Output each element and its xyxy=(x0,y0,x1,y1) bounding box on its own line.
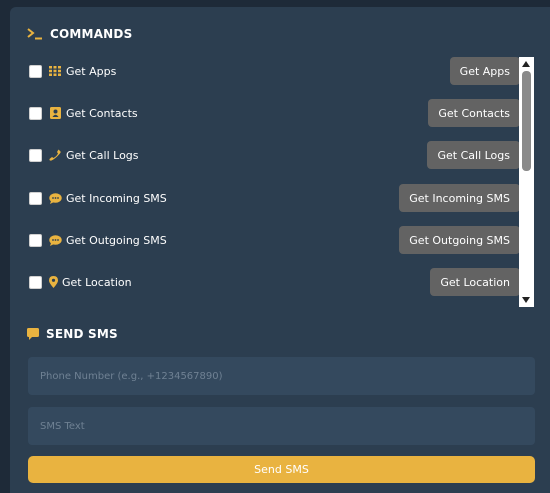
get-outgoing-sms-label: Get Outgoing SMS xyxy=(66,233,167,247)
get-call-logs-button[interactable]: Get Call Logs xyxy=(427,141,520,169)
command-row-get-apps: Get Apps Get Apps xyxy=(27,57,520,85)
get-apps-button[interactable]: Get Apps xyxy=(449,57,520,85)
get-incoming-sms-button[interactable]: Get Incoming SMS xyxy=(399,184,520,212)
commands-header: COMMANDS xyxy=(27,27,132,41)
command-row-get-location: Get Location Get Location xyxy=(27,268,520,296)
send-sms-title: SEND SMS xyxy=(46,327,118,341)
chat-bubble-icon xyxy=(48,191,62,205)
scroll-thumb[interactable] xyxy=(522,71,531,171)
get-contacts-label: Get Contacts xyxy=(66,106,138,120)
get-contacts-checkbox[interactable] xyxy=(29,106,42,120)
get-incoming-sms-checkbox[interactable] xyxy=(29,191,42,205)
command-row-get-call-logs: Get Call Logs Get Call Logs xyxy=(27,141,520,169)
terminal-icon xyxy=(27,28,43,40)
get-location-button[interactable]: Get Location xyxy=(430,268,520,296)
scroll-up-arrow-icon[interactable] xyxy=(522,61,530,67)
chat-bubble-icon xyxy=(48,233,62,247)
scroll-down-arrow-icon[interactable] xyxy=(522,297,530,303)
command-list: Get Apps Get Apps Get Contacts Get Conta… xyxy=(27,57,535,307)
map-pin-icon xyxy=(48,275,58,289)
get-call-logs-checkbox[interactable] xyxy=(29,148,42,162)
get-apps-checkbox[interactable] xyxy=(29,64,42,78)
get-location-label: Get Location xyxy=(62,275,132,289)
message-icon xyxy=(27,328,39,340)
contact-book-icon xyxy=(48,106,62,120)
get-incoming-sms-label: Get Incoming SMS xyxy=(66,191,167,205)
command-row-get-outgoing-sms: Get Outgoing SMS Get Outgoing SMS xyxy=(27,226,520,254)
command-list-scrollbar[interactable] xyxy=(519,57,534,307)
commands-title: COMMANDS xyxy=(50,27,133,41)
send-sms-button[interactable]: Send SMS xyxy=(28,456,535,483)
get-outgoing-sms-button[interactable]: Get Outgoing SMS xyxy=(399,226,520,254)
get-location-checkbox[interactable] xyxy=(29,275,42,289)
get-apps-label: Get Apps xyxy=(66,64,117,78)
get-call-logs-label: Get Call Logs xyxy=(66,148,139,162)
phone-number-input[interactable] xyxy=(28,357,535,395)
get-contacts-button[interactable]: Get Contacts xyxy=(428,99,520,127)
command-row-get-incoming-sms: Get Incoming SMS Get Incoming SMS xyxy=(27,184,520,212)
command-row-get-contacts: Get Contacts Get Contacts xyxy=(27,99,520,127)
sms-text-input[interactable] xyxy=(28,407,535,445)
main-panel: COMMANDS Get Apps Get Apps Get Contacts … xyxy=(10,7,550,493)
get-outgoing-sms-checkbox[interactable] xyxy=(29,233,42,247)
grid-icon xyxy=(48,64,62,78)
phone-icon xyxy=(48,148,62,162)
send-sms-header: SEND SMS xyxy=(27,327,118,341)
